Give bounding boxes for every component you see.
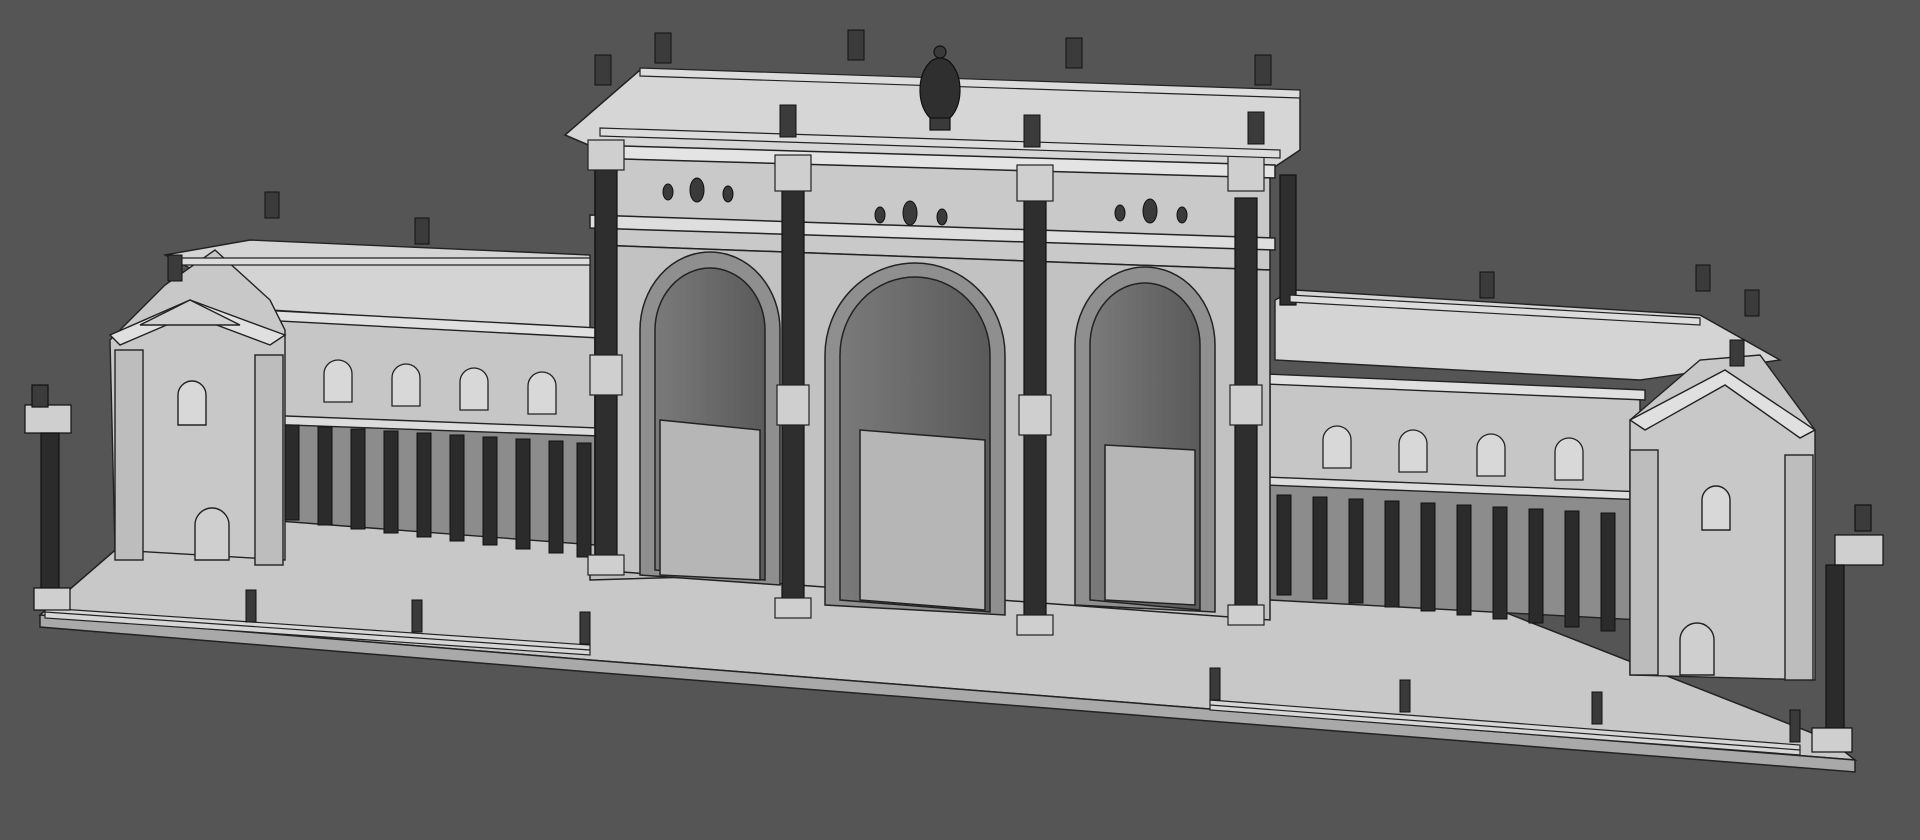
model-render bbox=[24, 29, 1884, 773]
freestanding-column-right bbox=[1811, 504, 1884, 753]
3d-viewport[interactable] bbox=[0, 0, 1920, 840]
freestanding-column-left bbox=[24, 384, 72, 611]
arch-openings bbox=[639, 251, 1216, 616]
